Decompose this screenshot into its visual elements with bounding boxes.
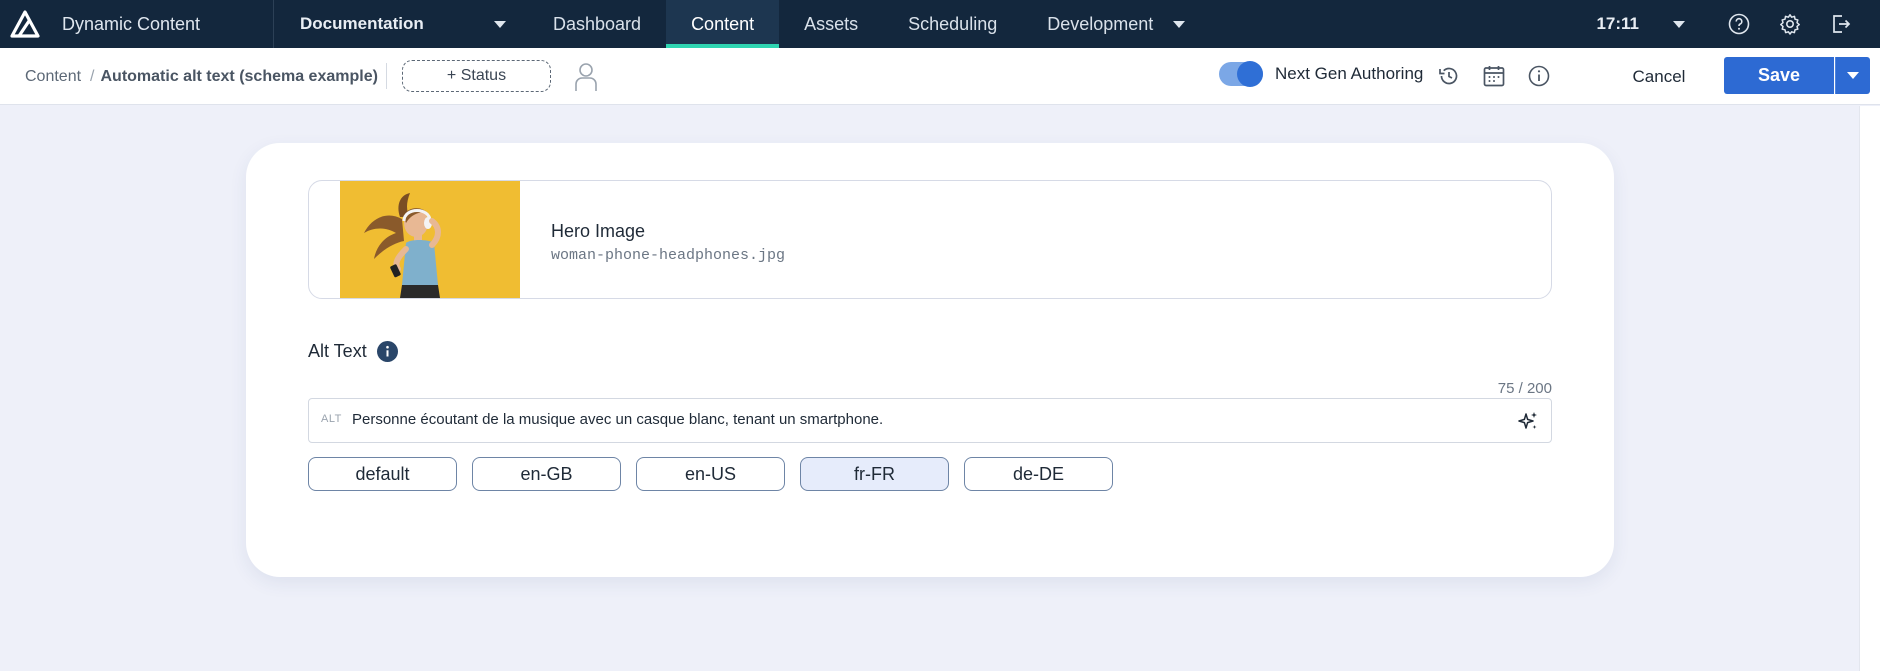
scrollbar[interactable] [1859,106,1880,671]
toggle-switch[interactable] [1219,61,1263,87]
save-options-button[interactable] [1835,57,1870,94]
clock: 17:11 [1596,14,1639,33]
app-logo-icon[interactable] [10,10,40,38]
brand-area: Dynamic Content [0,0,274,48]
tab-label: Development [1047,13,1154,34]
locale-button-de-de[interactable]: de-DE [964,457,1113,491]
logout-icon[interactable] [1829,12,1853,36]
assignee-icon[interactable] [574,62,598,92]
history-icon[interactable] [1437,64,1461,88]
breadcrumb: Content / Automatic alt text (schema exa… [25,48,378,105]
chevron-down-icon [494,20,506,28]
divider [386,63,387,89]
locale-button-en-us[interactable]: en-US [636,457,785,491]
tab-assets[interactable]: Assets [779,0,883,48]
help-icon[interactable] [1727,12,1751,36]
breadcrumb-root-link[interactable]: Content [25,68,81,86]
locale-button-fr-fr[interactable]: fr-FR [800,457,949,491]
page-title: Automatic alt text (schema example) [100,67,378,85]
chevron-down-icon[interactable] [1673,20,1685,28]
tab-label: Scheduling [908,13,998,34]
tab-label: Dashboard [553,13,642,34]
hub-selector[interactable]: Documentation [274,0,528,48]
chevron-down-icon [1847,72,1859,79]
locale-button-default[interactable]: default [308,457,457,491]
image-thumbnail [340,181,520,298]
content-toolbar: Content / Automatic alt text (schema exa… [0,48,1880,105]
locale-selector: default en-GB en-US fr-FR de-DE [308,457,1128,491]
tab-label: Content [691,13,755,34]
tab-dashboard[interactable]: Dashboard [528,0,666,48]
image-title: Hero Image [551,221,646,241]
breadcrumb-separator: / [90,67,95,85]
alt-prefix-label: ALT [321,413,342,425]
add-status-button[interactable]: + Status [402,60,551,92]
toggle-label: Next Gen Authoring [1275,64,1424,83]
alt-text-header: Alt Text [308,341,398,362]
toggle-knob [1237,61,1263,87]
settings-icon[interactable] [1778,12,1802,36]
top-nav-bar: Dynamic Content Documentation Dashboard … [0,0,1880,48]
alt-text-label: Alt Text [308,341,367,361]
info-icon[interactable] [376,341,398,362]
tab-development[interactable]: Development [1022,0,1210,48]
image-filename: woman-phone-headphones.jpg [551,247,786,264]
locale-button-en-gb[interactable]: en-GB [472,457,621,491]
cancel-button[interactable]: Cancel [1617,60,1701,94]
character-count: 75 / 200 [1497,380,1552,397]
alt-text-input[interactable]: ALT Personne écoutant de la musique avec… [308,398,1552,443]
chevron-down-icon[interactable] [1173,20,1186,28]
content-form-card: Hero Image woman-phone-headphones.jpg Al… [246,143,1614,577]
tab-content[interactable]: Content [666,0,780,48]
generate-alt-text-sparkle-icon[interactable] [1517,410,1539,432]
save-button[interactable]: Save [1724,57,1834,94]
image-field[interactable]: Hero Image woman-phone-headphones.jpg [308,180,1552,299]
hub-name: Documentation [300,14,424,33]
next-gen-authoring-toggle[interactable]: Next Gen Authoring [1219,61,1424,87]
app-name: Dynamic Content [62,13,201,34]
top-right-controls: 17:11 [1596,0,1880,48]
alt-text-value[interactable]: Personne écoutant de la musique avec un … [352,411,883,428]
calendar-icon[interactable] [1482,64,1506,88]
info-icon[interactable] [1527,64,1551,88]
woman-headphones-image [340,181,520,298]
tab-scheduling[interactable]: Scheduling [883,0,1022,48]
tab-label: Assets [804,13,859,34]
